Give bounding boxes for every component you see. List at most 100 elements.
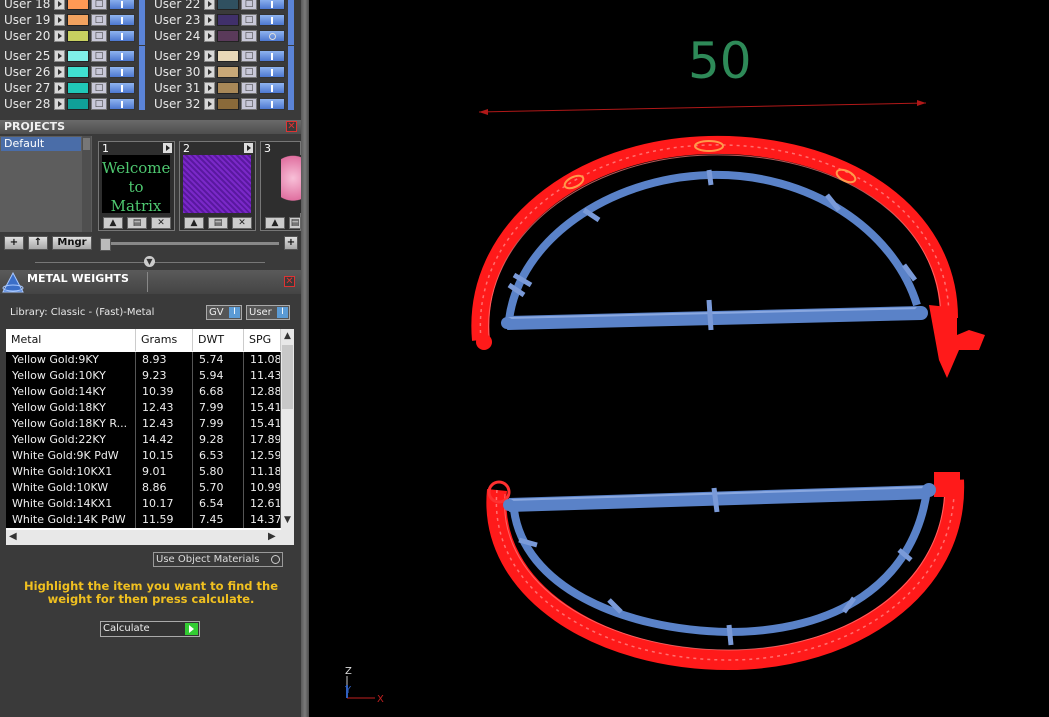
table-row[interactable]: White Gold:10KW 8.86 5.70 10.99 xyxy=(6,480,281,496)
visibility-toggle[interactable] xyxy=(259,66,285,78)
swatch-expand-icon[interactable] xyxy=(204,14,215,26)
table-row[interactable]: Yellow Gold:14KY 10.39 6.68 12.88 xyxy=(6,384,281,400)
metal-weights-table[interactable]: Metal Grams DWT SPG Yellow Gold:9KY 8.93 5.74… xyxy=(6,329,294,545)
lock-icon[interactable]: □ xyxy=(91,30,107,42)
column-header[interactable]: Grams xyxy=(136,329,193,351)
table-row[interactable]: White Gold:9K PdW 10.15 6.53 12.59 xyxy=(6,448,281,464)
lock-icon[interactable]: □ xyxy=(241,0,257,10)
panel-divider[interactable] xyxy=(301,0,309,717)
lock-icon[interactable]: □ xyxy=(241,14,257,26)
user-swatch-row[interactable]: User 19 □ xyxy=(0,13,140,28)
swatch-expand-icon[interactable] xyxy=(54,14,65,26)
swatch-expand-icon[interactable] xyxy=(204,50,215,62)
scroll-left-icon[interactable]: ◀ xyxy=(9,531,17,542)
add-project-button[interactable]: + xyxy=(4,236,24,250)
table-row[interactable]: Yellow Gold:9KY 8.93 5.74 11.08 xyxy=(6,352,281,368)
lock-icon[interactable]: □ xyxy=(91,50,107,62)
lock-icon[interactable]: □ xyxy=(241,66,257,78)
thumbnail-menu-icon[interactable] xyxy=(163,143,172,153)
upload-project-button[interactable]: ↑ xyxy=(28,236,48,250)
user-swatch-row[interactable]: User 29 □ xyxy=(150,49,290,64)
lock-icon[interactable]: □ xyxy=(91,0,107,10)
swatch-expand-icon[interactable] xyxy=(54,0,65,10)
scroll-right-icon[interactable]: ▶ xyxy=(268,531,276,542)
visibility-toggle[interactable] xyxy=(259,50,285,62)
project-thumbnail-2[interactable]: 2 ▲ ▤ ✕ xyxy=(179,141,256,231)
visibility-toggle[interactable] xyxy=(109,66,135,78)
user-swatch-row[interactable]: User 23 □ xyxy=(150,13,290,28)
metal-weights-close-icon[interactable]: ✕ xyxy=(284,276,295,287)
thumbnail-save-icon[interactable]: ▤ xyxy=(208,217,228,229)
thumbnail-size-slider-handle[interactable] xyxy=(100,238,111,251)
user-toggle[interactable]: User I xyxy=(246,305,290,320)
lock-icon[interactable]: □ xyxy=(241,50,257,62)
table-row[interactable]: White Gold:10KX1 9.01 5.80 11.18 xyxy=(6,464,281,480)
swatch-expand-icon[interactable] xyxy=(204,66,215,78)
projects-list-scrollbar[interactable] xyxy=(82,136,91,232)
lock-icon[interactable]: □ xyxy=(241,82,257,94)
user-swatch-row[interactable]: User 30 □ xyxy=(150,65,290,80)
color-swatch[interactable] xyxy=(217,82,239,94)
user-swatch-row[interactable]: User 31 □ xyxy=(150,81,290,96)
visibility-toggle[interactable] xyxy=(109,82,135,94)
user-swatch-row[interactable]: User 27 □ xyxy=(0,81,140,96)
color-swatch[interactable] xyxy=(217,30,239,42)
3d-viewport[interactable]: 50 Z Y X xyxy=(309,0,1049,717)
visibility-toggle[interactable] xyxy=(109,14,135,26)
thumbnail-save-icon[interactable]: ▤ xyxy=(127,217,147,229)
project-item-default[interactable]: Default xyxy=(1,137,81,151)
thumbnail-delete-icon[interactable]: ✕ xyxy=(232,217,252,229)
color-swatch[interactable] xyxy=(67,98,89,110)
user-swatch-row[interactable]: User 18 □ xyxy=(0,0,140,12)
user-swatch-row[interactable]: User 22 □ xyxy=(150,0,290,12)
column-header[interactable]: SPG xyxy=(244,329,281,351)
swatch-expand-icon[interactable] xyxy=(204,0,215,10)
thumbnail-delete-icon[interactable]: ✕ xyxy=(151,217,171,229)
thumbnail-upload-icon[interactable]: ▲ xyxy=(265,217,285,229)
zoom-in-button[interactable]: + xyxy=(284,236,298,250)
scroll-up-icon[interactable]: ▲ xyxy=(282,331,293,341)
swatch-expand-icon[interactable] xyxy=(204,30,215,42)
lock-icon[interactable]: □ xyxy=(241,30,257,42)
color-swatch[interactable] xyxy=(217,0,239,10)
thumbnail-save-icon[interactable]: ▤ xyxy=(289,217,301,229)
thumbnail-upload-icon[interactable]: ▲ xyxy=(103,217,123,229)
gv-toggle[interactable]: GV I xyxy=(206,305,242,320)
color-swatch[interactable] xyxy=(67,0,89,10)
visibility-toggle[interactable] xyxy=(259,30,285,42)
color-swatch[interactable] xyxy=(67,30,89,42)
thumbnail-upload-icon[interactable]: ▲ xyxy=(184,217,204,229)
projects-list-scroll-thumb[interactable] xyxy=(83,138,90,150)
visibility-toggle[interactable] xyxy=(109,98,135,110)
table-row[interactable]: Yellow Gold:18KY R... 12.43 7.99 15.41 xyxy=(6,416,281,432)
color-swatch[interactable] xyxy=(217,50,239,62)
visibility-toggle[interactable] xyxy=(259,0,285,10)
user-swatch-row[interactable]: User 26 □ xyxy=(0,65,140,80)
user-swatch-row[interactable]: User 25 □ xyxy=(0,49,140,64)
visibility-toggle[interactable] xyxy=(109,0,135,10)
user-swatch-row[interactable]: User 28 □ xyxy=(0,97,140,112)
color-swatch[interactable] xyxy=(217,66,239,78)
table-row[interactable]: Yellow Gold:22KY 14.42 9.28 17.89 xyxy=(6,432,281,448)
visibility-toggle[interactable] xyxy=(109,30,135,42)
table-row[interactable]: Yellow Gold:10KY 9.23 5.94 11.43 xyxy=(6,368,281,384)
swatch-expand-icon[interactable] xyxy=(204,82,215,94)
use-object-materials-checkbox[interactable]: Use Object Materials xyxy=(153,552,283,567)
column-header[interactable]: DWT xyxy=(193,329,244,351)
thumbnail-menu-icon[interactable] xyxy=(244,143,253,153)
projects-list[interactable]: Default xyxy=(0,136,92,232)
project-thumbnail-3[interactable]: 3 ▲ ▤ xyxy=(260,141,301,231)
user-swatch-row[interactable]: User 32 □ xyxy=(150,97,290,112)
lock-icon[interactable]: □ xyxy=(91,14,107,26)
scroll-down-icon[interactable]: ▼ xyxy=(282,515,293,525)
swatch-expand-icon[interactable] xyxy=(54,50,65,62)
table-row[interactable]: White Gold:14KX1 10.17 6.54 12.61 xyxy=(6,496,281,512)
project-thumbnail-1[interactable]: 1 Welcome to Matrix ▲ ▤ ✕ xyxy=(98,141,175,231)
lock-icon[interactable]: □ xyxy=(241,98,257,110)
projects-close-icon[interactable]: ✕ xyxy=(286,121,297,132)
color-swatch[interactable] xyxy=(67,82,89,94)
swatch-expand-icon[interactable] xyxy=(54,30,65,42)
thumbnail-size-slider[interactable] xyxy=(101,242,279,245)
lock-icon[interactable]: □ xyxy=(91,66,107,78)
table-row[interactable]: White Gold:14K PdW 11.59 7.45 14.37 xyxy=(6,512,281,528)
